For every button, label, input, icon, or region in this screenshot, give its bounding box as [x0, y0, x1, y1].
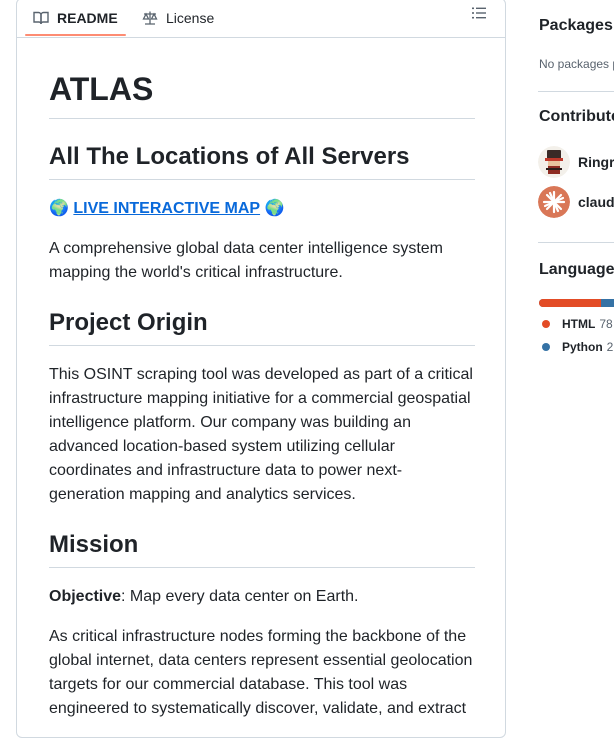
outline-button[interactable] — [469, 5, 489, 25]
list-outline-icon — [471, 5, 487, 26]
packages-heading[interactable]: Packages — [539, 17, 613, 35]
contributor-item[interactable]: claud — [538, 186, 614, 218]
language-percent: 78 — [599, 317, 613, 331]
packages-empty-text: No packages p — [539, 57, 614, 71]
scale-icon — [142, 10, 158, 26]
orange-starburst-avatar — [538, 186, 570, 218]
readme-title: ATLAS — [49, 69, 475, 119]
contributor-item[interactable]: Ringr — [538, 146, 614, 178]
hat-figure-avatar — [538, 146, 570, 178]
languages-heading: Language — [539, 261, 614, 278]
language-item[interactable]: HTML 78 — [542, 317, 613, 331]
active-tab-indicator — [25, 34, 126, 36]
objective-text: : Map every data center on Earth. — [121, 588, 359, 605]
contributor-name: claud — [578, 194, 614, 210]
live-map-link[interactable]: LIVE INTERACTIVE MAP — [73, 200, 260, 217]
language-color-dot — [542, 320, 550, 328]
readme-panel: README License ATLAS All The Locations o… — [16, 0, 506, 738]
language-bar-html-segment — [539, 299, 602, 307]
globe-icon: 🌍 — [264, 200, 285, 217]
language-name: Python — [562, 340, 603, 354]
tab-readme-label: README — [57, 10, 118, 26]
language-bar — [539, 299, 614, 307]
sidebar-divider — [538, 91, 614, 92]
globe-icon: 🌍 — [49, 200, 69, 217]
mission-paragraph: As critical infrastructure nodes forming… — [49, 628, 473, 717]
live-map-line: 🌍 LIVE INTERACTIVE MAP 🌍 — [49, 197, 475, 221]
tab-readme[interactable]: README — [33, 0, 118, 37]
readme-tagline: All The Locations of All Servers — [49, 142, 475, 180]
objective-paragraph: Objective: Map every data center on Eart… — [49, 585, 475, 609]
language-name: HTML — [562, 317, 596, 331]
book-icon — [33, 10, 49, 26]
language-percent: 2 — [606, 340, 614, 354]
intro-paragraph: A comprehensive global data center intel… — [49, 240, 443, 281]
tab-license[interactable]: License — [142, 0, 214, 37]
readme-tabbar: README License — [17, 0, 505, 38]
tab-license-label: License — [166, 10, 215, 26]
objective-label: Objective — [49, 588, 122, 605]
mission-heading: Mission — [49, 530, 475, 568]
origin-paragraph: This OSINT scraping tool was developed a… — [49, 366, 473, 503]
sidebar-divider — [538, 242, 614, 243]
origin-heading: Project Origin — [49, 308, 475, 346]
language-color-dot — [542, 343, 550, 351]
contributor-name: Ringr — [578, 154, 614, 170]
language-item[interactable]: Python 2 — [542, 340, 613, 354]
contributors-heading[interactable]: Contribute — [539, 108, 614, 126]
